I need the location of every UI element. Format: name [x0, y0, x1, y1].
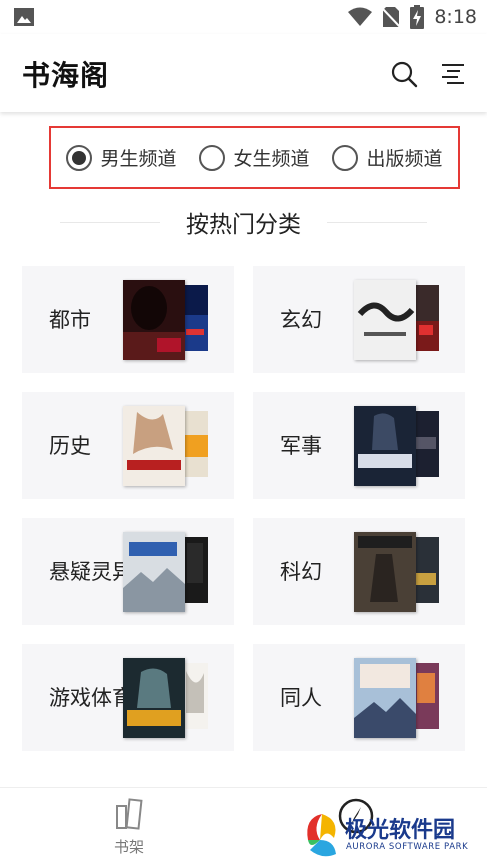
category-name: 同人 — [280, 686, 322, 710]
divider — [60, 221, 160, 223]
battery-charging-icon — [410, 5, 425, 29]
radio-label: 出版频道 — [366, 148, 443, 170]
nav-bookshelf[interactable]: 书架 — [106, 798, 152, 857]
radio-unchecked-icon — [199, 144, 226, 171]
no-sim-icon — [382, 7, 401, 28]
category-tile-junshi[interactable]: 军事 — [253, 392, 465, 499]
book-cover-image — [182, 537, 208, 603]
image-notification-icon — [14, 8, 34, 26]
menu-icon[interactable] — [438, 59, 468, 89]
search-icon[interactable] — [389, 59, 419, 89]
book-cover-image — [182, 411, 208, 477]
category-tile-lishi[interactable]: 历史 — [22, 392, 234, 499]
wifi-icon — [348, 7, 373, 26]
aurora-logo-icon — [307, 814, 336, 857]
book-cover-image — [354, 532, 416, 612]
book-cover-image — [354, 406, 416, 486]
watermark: 极光软件园 AURORA SOFTWARE PARK — [300, 806, 487, 865]
section-header: 按热门分类 — [0, 202, 487, 242]
category-tile-xuanhuan[interactable]: 玄幻 — [253, 266, 465, 373]
bookshelf-icon — [116, 798, 143, 830]
book-cover-image — [123, 658, 185, 738]
radio-female-channel[interactable]: 女生频道 — [199, 144, 310, 171]
category-name: 军事 — [280, 434, 322, 458]
radio-checked-icon — [66, 144, 93, 171]
radio-unchecked-icon — [332, 144, 359, 171]
category-name: 游戏体育 — [49, 686, 133, 710]
book-cover-image — [123, 280, 185, 360]
book-cover-image — [413, 537, 439, 603]
category-name: 历史 — [49, 434, 91, 458]
book-cover-image — [413, 285, 439, 351]
book-cover-image — [123, 406, 185, 486]
app-header: 书海阁 — [0, 34, 487, 112]
radio-label: 女生频道 — [233, 148, 310, 170]
category-name: 玄幻 — [280, 308, 322, 332]
nav-bookshelf-label: 书架 — [113, 838, 144, 856]
clock: 8:18 — [434, 6, 477, 28]
book-cover-image — [354, 658, 416, 738]
book-cover-image — [123, 532, 185, 612]
status-bar: 8:18 — [0, 0, 487, 34]
category-name: 科幻 — [280, 560, 322, 584]
book-cover-image — [182, 663, 208, 729]
category-tile-kehuan[interactable]: 科幻 — [253, 518, 465, 625]
book-cover-image — [354, 280, 416, 360]
category-name: 悬疑灵异 — [49, 560, 133, 584]
divider — [327, 221, 427, 223]
book-cover-image — [182, 285, 208, 351]
watermark-subtext: AURORA SOFTWARE PARK — [346, 842, 469, 852]
watermark-text: 极光软件园 — [345, 818, 456, 843]
channel-selector: 男生频道 女生频道 出版频道 — [49, 126, 460, 189]
app-title: 书海阁 — [22, 59, 110, 92]
category-name: 都市 — [49, 308, 91, 332]
category-tile-youxi[interactable]: 游戏体育 — [22, 644, 234, 751]
radio-label: 男生频道 — [100, 148, 177, 170]
radio-male-channel[interactable]: 男生频道 — [66, 144, 177, 171]
category-tile-xuanyi[interactable]: 悬疑灵异 — [22, 518, 234, 625]
category-tile-dushi[interactable]: 都市 — [22, 266, 234, 373]
category-tile-tongren[interactable]: 同人 — [253, 644, 465, 751]
section-title: 按热门分类 — [186, 212, 301, 238]
radio-publish-channel[interactable]: 出版频道 — [332, 144, 443, 171]
book-cover-image — [413, 663, 439, 729]
book-cover-image — [413, 411, 439, 477]
